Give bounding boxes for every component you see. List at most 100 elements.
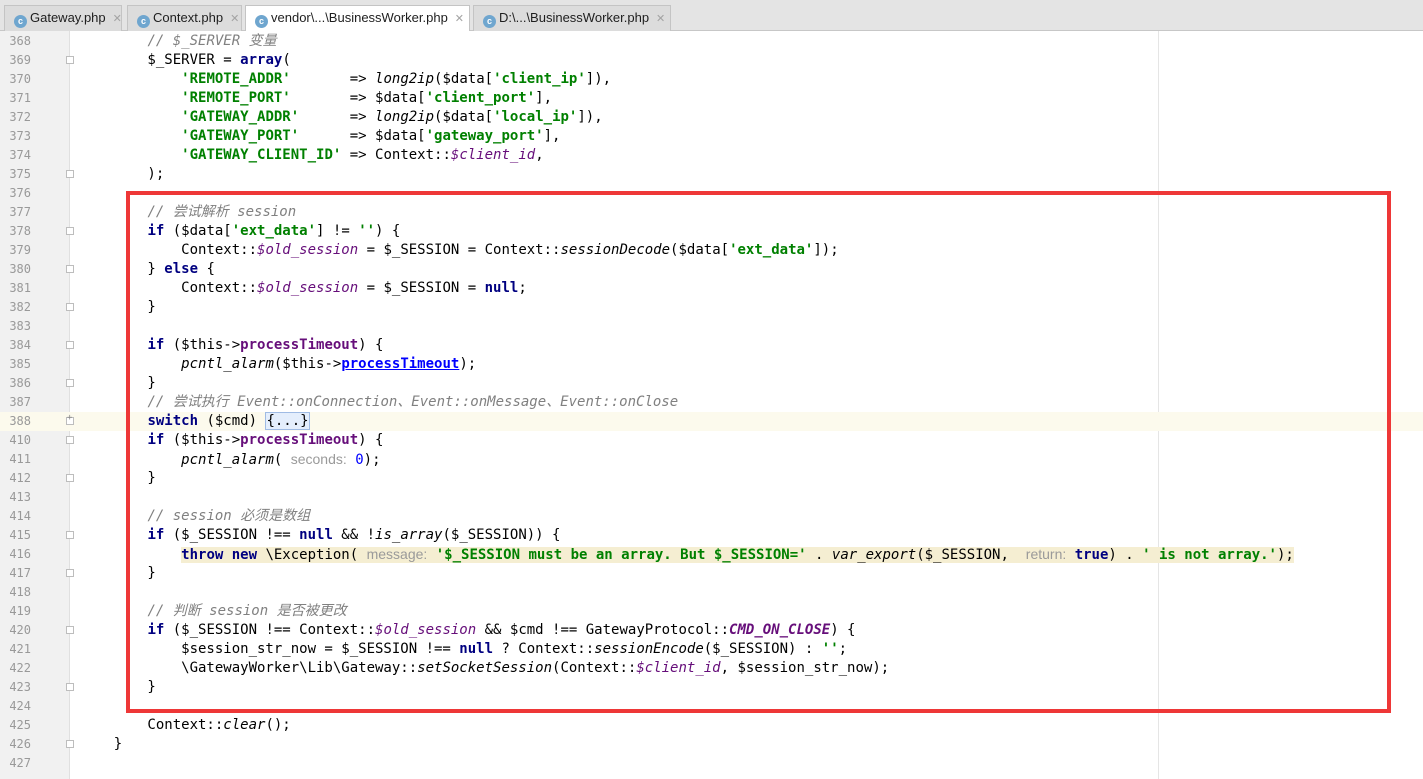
code-text: 'REMOTE_PORT' => $data['client_port'],	[80, 89, 552, 108]
php-class-icon: c	[255, 15, 268, 28]
fold-collapse-icon[interactable]	[66, 569, 74, 577]
code-token: array	[240, 52, 283, 68]
line-number: 416	[9, 547, 31, 561]
line-number: 410	[9, 433, 31, 447]
code-token: long2ip	[375, 71, 435, 87]
code-token: ],	[543, 128, 561, 144]
line-number: 374	[9, 148, 31, 162]
code-line: 425 Context::clear();	[0, 716, 1423, 735]
code-text: $_SERVER = array(	[80, 51, 291, 70]
fold-collapse-icon[interactable]	[66, 265, 74, 273]
line-number: 425	[9, 718, 31, 732]
line-number: 427	[9, 756, 31, 770]
line-number: 385	[9, 357, 31, 371]
tab-4[interactable]: c D:\...\BusinessWorker.php ✕	[473, 5, 671, 31]
line-number: 383	[9, 319, 31, 333]
line-number: 386	[9, 376, 31, 390]
code-token: => $data[	[290, 90, 426, 106]
code-token: 'REMOTE_PORT'	[181, 90, 291, 106]
code-text: // $_SERVER 变量	[80, 32, 276, 51]
fold-collapse-icon[interactable]	[66, 303, 74, 311]
code-token: ],	[535, 90, 553, 106]
code-token: 'GATEWAY_ADDR'	[181, 109, 300, 125]
tab-1[interactable]: c Gateway.php ✕	[4, 5, 122, 31]
code-line: 372 'GATEWAY_ADDR' => long2ip($data['loc…	[0, 108, 1423, 127]
line-number: 387	[9, 395, 31, 409]
code-token: long2ip	[375, 109, 435, 125]
code-token: );	[80, 166, 165, 182]
close-icon[interactable]: ✕	[113, 7, 122, 31]
fold-collapse-icon[interactable]	[66, 227, 74, 235]
code-line: 374 'GATEWAY_CLIENT_ID' => Context::$cli…	[0, 146, 1423, 165]
code-token: => $data[	[299, 128, 426, 144]
line-number: 388	[9, 414, 31, 428]
code-token: 'GATEWAY_PORT'	[181, 128, 300, 144]
fold-collapse-icon[interactable]	[66, 626, 74, 634]
code-token: ]),	[577, 109, 603, 125]
line-number: 369	[9, 53, 31, 67]
code-token: ($data[	[434, 109, 494, 125]
line-number: 426	[9, 737, 31, 751]
php-class-icon: c	[483, 15, 496, 28]
line-number: 375	[9, 167, 31, 181]
code-token: Context::	[80, 717, 224, 733]
line-number: 382	[9, 300, 31, 314]
fold-expand-icon[interactable]	[66, 413, 74, 425]
line-number: 368	[9, 34, 31, 48]
tab-label: Context.php	[153, 10, 224, 25]
code-token: $_SERVER =	[80, 52, 241, 68]
line-number: 413	[9, 490, 31, 504]
line-number: 417	[9, 566, 31, 580]
line-number: 421	[9, 642, 31, 656]
code-line: 375 );	[0, 165, 1423, 184]
code-line: 426 }	[0, 735, 1423, 754]
fold-collapse-icon[interactable]	[66, 740, 74, 748]
code-token: ,	[535, 147, 544, 163]
code-line: 373 'GATEWAY_PORT' => $data['gateway_por…	[0, 127, 1423, 146]
tab-3[interactable]: c vendor\...\BusinessWorker.php ✕	[245, 5, 470, 32]
code-text: 'GATEWAY_ADDR' => long2ip($data['local_i…	[80, 108, 603, 127]
code-token: => Context::	[341, 147, 451, 163]
fold-collapse-icon[interactable]	[66, 436, 74, 444]
fold-collapse-icon[interactable]	[66, 531, 74, 539]
code-token: 'gateway_port'	[425, 128, 544, 144]
code-token: 'client_port'	[425, 90, 536, 106]
php-class-icon: c	[137, 15, 150, 28]
fold-collapse-icon[interactable]	[66, 170, 74, 178]
code-token: ]),	[585, 71, 612, 87]
close-icon[interactable]: ✕	[455, 7, 464, 31]
line-number: 384	[9, 338, 31, 352]
code-token: (	[282, 52, 291, 68]
code-token: ();	[265, 717, 291, 733]
code-token: $client_id	[450, 147, 536, 163]
line-number: 423	[9, 680, 31, 694]
fold-collapse-icon[interactable]	[66, 341, 74, 349]
code-text: 'GATEWAY_CLIENT_ID' => Context::$client_…	[80, 146, 544, 165]
line-number: 376	[9, 186, 31, 200]
code-line: 368 // $_SERVER 变量	[0, 32, 1423, 51]
line-number: 418	[9, 585, 31, 599]
close-icon[interactable]: ✕	[230, 7, 239, 31]
code-text: 'GATEWAY_PORT' => $data['gateway_port'],	[80, 127, 560, 146]
fold-collapse-icon[interactable]	[66, 56, 74, 64]
red-highlight-box	[126, 191, 1391, 713]
code-token: 'client_ip'	[493, 71, 586, 87]
fold-collapse-icon[interactable]	[66, 379, 74, 387]
code-token: =>	[290, 71, 376, 87]
line-number: 414	[9, 509, 31, 523]
fold-collapse-icon[interactable]	[66, 683, 74, 691]
code-line: 371 'REMOTE_PORT' => $data['client_port'…	[0, 89, 1423, 108]
code-text: );	[80, 165, 164, 184]
line-number: 411	[9, 452, 31, 466]
line-number: 380	[9, 262, 31, 276]
code-token: clear	[223, 717, 266, 733]
code-text: Context::clear();	[80, 716, 291, 735]
close-icon[interactable]: ✕	[656, 7, 665, 31]
code-token: }	[80, 736, 123, 752]
fold-collapse-icon[interactable]	[66, 474, 74, 482]
line-number: 372	[9, 110, 31, 124]
tab-2[interactable]: c Context.php ✕	[127, 5, 242, 31]
